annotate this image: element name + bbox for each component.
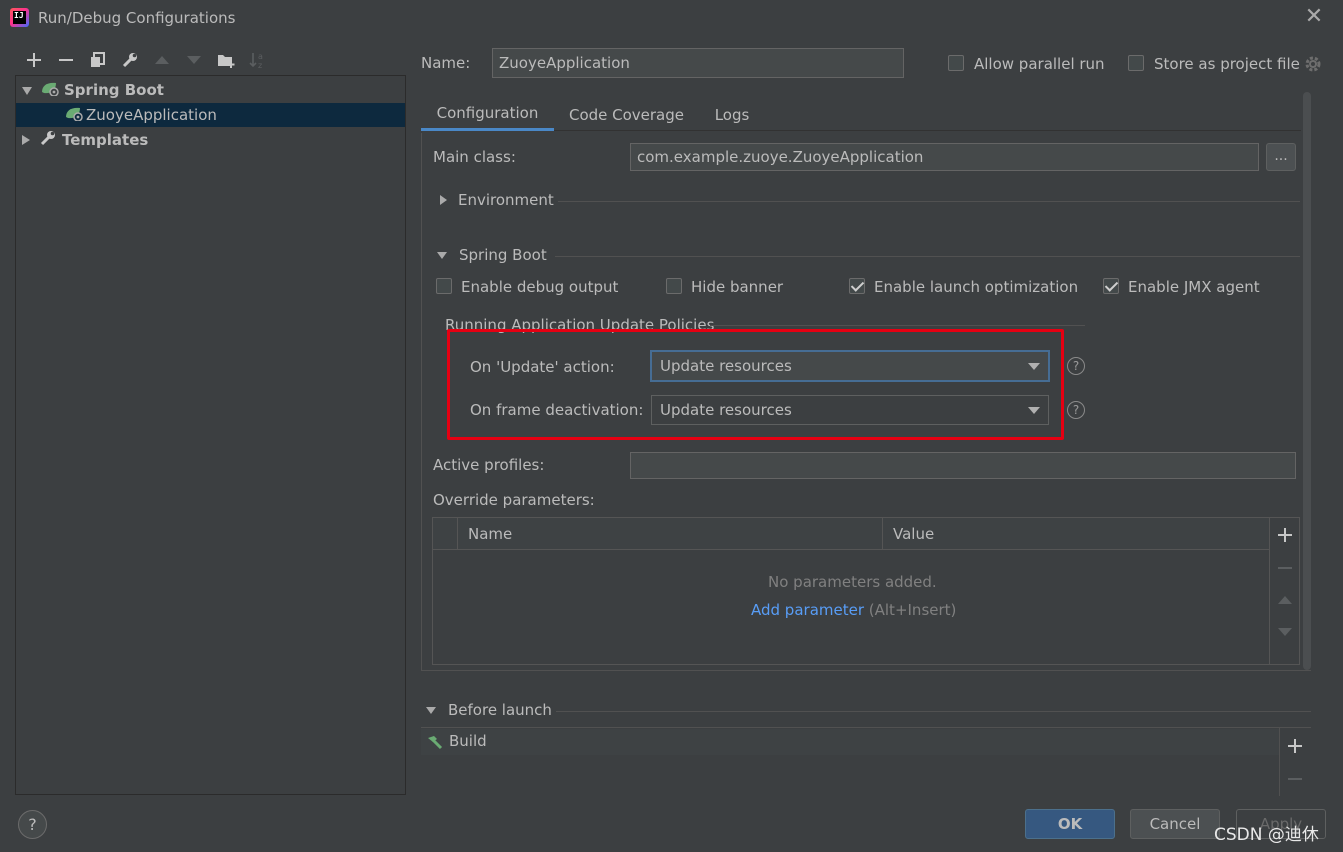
enable-jmx-agent-label: Enable JMX agent bbox=[1128, 278, 1260, 296]
tabs-divider bbox=[421, 130, 1312, 131]
active-profiles-label: Active profiles: bbox=[433, 456, 545, 474]
wrench-icon[interactable] bbox=[114, 48, 146, 72]
watermark: CSDN @迪休 bbox=[1214, 825, 1319, 845]
table-header: Name Value bbox=[433, 518, 1269, 550]
name-label: Name: bbox=[421, 54, 471, 72]
active-profiles-input[interactable] bbox=[630, 452, 1296, 479]
main-class-input[interactable]: com.example.zuoye.ZuoyeApplication bbox=[630, 143, 1259, 171]
hammer-icon bbox=[425, 734, 443, 754]
enable-debug-output-checkbox[interactable] bbox=[436, 278, 452, 294]
window-title: Run/Debug Configurations bbox=[38, 9, 236, 27]
spring-boot-divider bbox=[555, 256, 1300, 257]
column-header-value[interactable]: Value bbox=[893, 525, 934, 543]
move-down-icon[interactable] bbox=[178, 48, 210, 72]
add-parameter-shortcut: (Alt+Insert) bbox=[868, 601, 957, 619]
tree-item-label: Spring Boot bbox=[64, 81, 164, 99]
add-parameter-row: Add parameter (Alt+Insert) bbox=[751, 601, 956, 619]
add-icon[interactable] bbox=[1270, 520, 1300, 550]
tree-item-label: ZuoyeApplication bbox=[86, 106, 217, 124]
enable-jmx-agent-checkbox[interactable] bbox=[1103, 278, 1119, 294]
copy-icon[interactable] bbox=[82, 48, 114, 72]
spring-boot-icon bbox=[40, 80, 60, 100]
tab-code-coverage[interactable]: Code Coverage bbox=[560, 98, 693, 131]
list-item[interactable]: Build bbox=[421, 729, 1279, 755]
move-up-icon[interactable] bbox=[1270, 585, 1300, 615]
store-project-checkbox[interactable] bbox=[1128, 55, 1144, 71]
highlight-box bbox=[447, 329, 1064, 440]
chevron-right-icon[interactable] bbox=[440, 195, 447, 205]
remove-icon[interactable] bbox=[1280, 764, 1310, 794]
spring-boot-app-icon bbox=[64, 105, 84, 125]
chevron-down-icon[interactable] bbox=[22, 81, 32, 99]
config-tree: Spring Boot ZuoyeApplication Templates bbox=[15, 75, 406, 795]
spring-boot-section-label[interactable]: Spring Boot bbox=[459, 246, 547, 264]
move-up-icon[interactable] bbox=[146, 48, 178, 72]
enable-launch-optimization-label: Enable launch optimization bbox=[874, 278, 1079, 296]
tree-item-zuoye-application[interactable]: ZuoyeApplication bbox=[16, 103, 405, 127]
config-toolbar: az bbox=[18, 48, 274, 72]
enable-launch-optimization-checkbox[interactable] bbox=[849, 278, 865, 294]
move-down-icon[interactable] bbox=[1270, 617, 1300, 647]
remove-icon[interactable] bbox=[50, 48, 82, 72]
tree-item-label: Templates bbox=[62, 131, 149, 149]
policies-divider bbox=[710, 325, 1085, 326]
scrollbar-thumb[interactable] bbox=[1303, 92, 1311, 670]
chevron-down-icon[interactable] bbox=[426, 707, 436, 714]
environment-divider bbox=[558, 201, 1300, 202]
intellij-logo-icon: IJ bbox=[10, 8, 29, 27]
allow-parallel-checkbox[interactable] bbox=[948, 55, 964, 71]
table-side-toolbar bbox=[1269, 518, 1299, 664]
help-button[interactable]: ? bbox=[18, 810, 47, 839]
add-icon[interactable] bbox=[18, 48, 50, 72]
tree-item-templates[interactable]: Templates bbox=[16, 128, 405, 152]
environment-section-label[interactable]: Environment bbox=[458, 191, 554, 209]
close-icon[interactable]: ✕ bbox=[1302, 6, 1326, 30]
gear-icon[interactable] bbox=[1304, 55, 1322, 77]
tree-item-spring-boot[interactable]: Spring Boot bbox=[16, 78, 405, 102]
before-launch-toolbar bbox=[1279, 728, 1309, 796]
hide-banner-label: Hide banner bbox=[691, 278, 784, 296]
enable-debug-output-label: Enable debug output bbox=[461, 278, 619, 296]
hide-banner-checkbox[interactable] bbox=[666, 278, 682, 294]
name-input[interactable]: ZuoyeApplication bbox=[492, 48, 904, 78]
svg-text:z: z bbox=[258, 61, 262, 69]
tab-configuration[interactable]: Configuration bbox=[421, 98, 554, 131]
before-launch-label[interactable]: Before launch bbox=[448, 701, 552, 719]
override-parameters-label: Override parameters: bbox=[433, 491, 595, 509]
column-header-name[interactable]: Name bbox=[468, 525, 512, 543]
before-launch-list: Build bbox=[421, 727, 1311, 796]
cancel-button[interactable]: Cancel bbox=[1130, 809, 1220, 839]
wrench-icon bbox=[40, 130, 56, 150]
browse-button[interactable]: ... bbox=[1266, 143, 1296, 171]
svg-text:a: a bbox=[258, 52, 263, 61]
add-parameter-link[interactable]: Add parameter bbox=[751, 601, 864, 619]
title-bar: IJ Run/Debug Configurations ✕ bbox=[0, 0, 1343, 38]
allow-parallel-label: Allow parallel run bbox=[974, 55, 1105, 73]
ok-button[interactable]: OK bbox=[1025, 809, 1115, 839]
store-project-label: Store as project file bbox=[1154, 55, 1300, 73]
new-folder-icon[interactable] bbox=[210, 48, 242, 72]
help-icon[interactable]: ? bbox=[1067, 401, 1085, 419]
scrollbar-track[interactable] bbox=[1301, 92, 1313, 670]
chevron-down-icon[interactable] bbox=[437, 252, 447, 259]
build-task-label: Build bbox=[449, 732, 487, 750]
override-parameters-table: Name Value No parameters added. Add para… bbox=[432, 517, 1300, 665]
chevron-right-icon[interactable] bbox=[22, 131, 32, 149]
add-icon[interactable] bbox=[1280, 731, 1310, 761]
before-launch-divider bbox=[556, 711, 1311, 712]
tab-logs[interactable]: Logs bbox=[704, 98, 760, 131]
sort-alpha-icon[interactable]: az bbox=[242, 48, 274, 72]
main-class-label: Main class: bbox=[433, 148, 516, 166]
empty-table-text: No parameters added. bbox=[768, 573, 937, 591]
remove-icon[interactable] bbox=[1270, 553, 1300, 583]
help-icon[interactable]: ? bbox=[1067, 357, 1085, 375]
